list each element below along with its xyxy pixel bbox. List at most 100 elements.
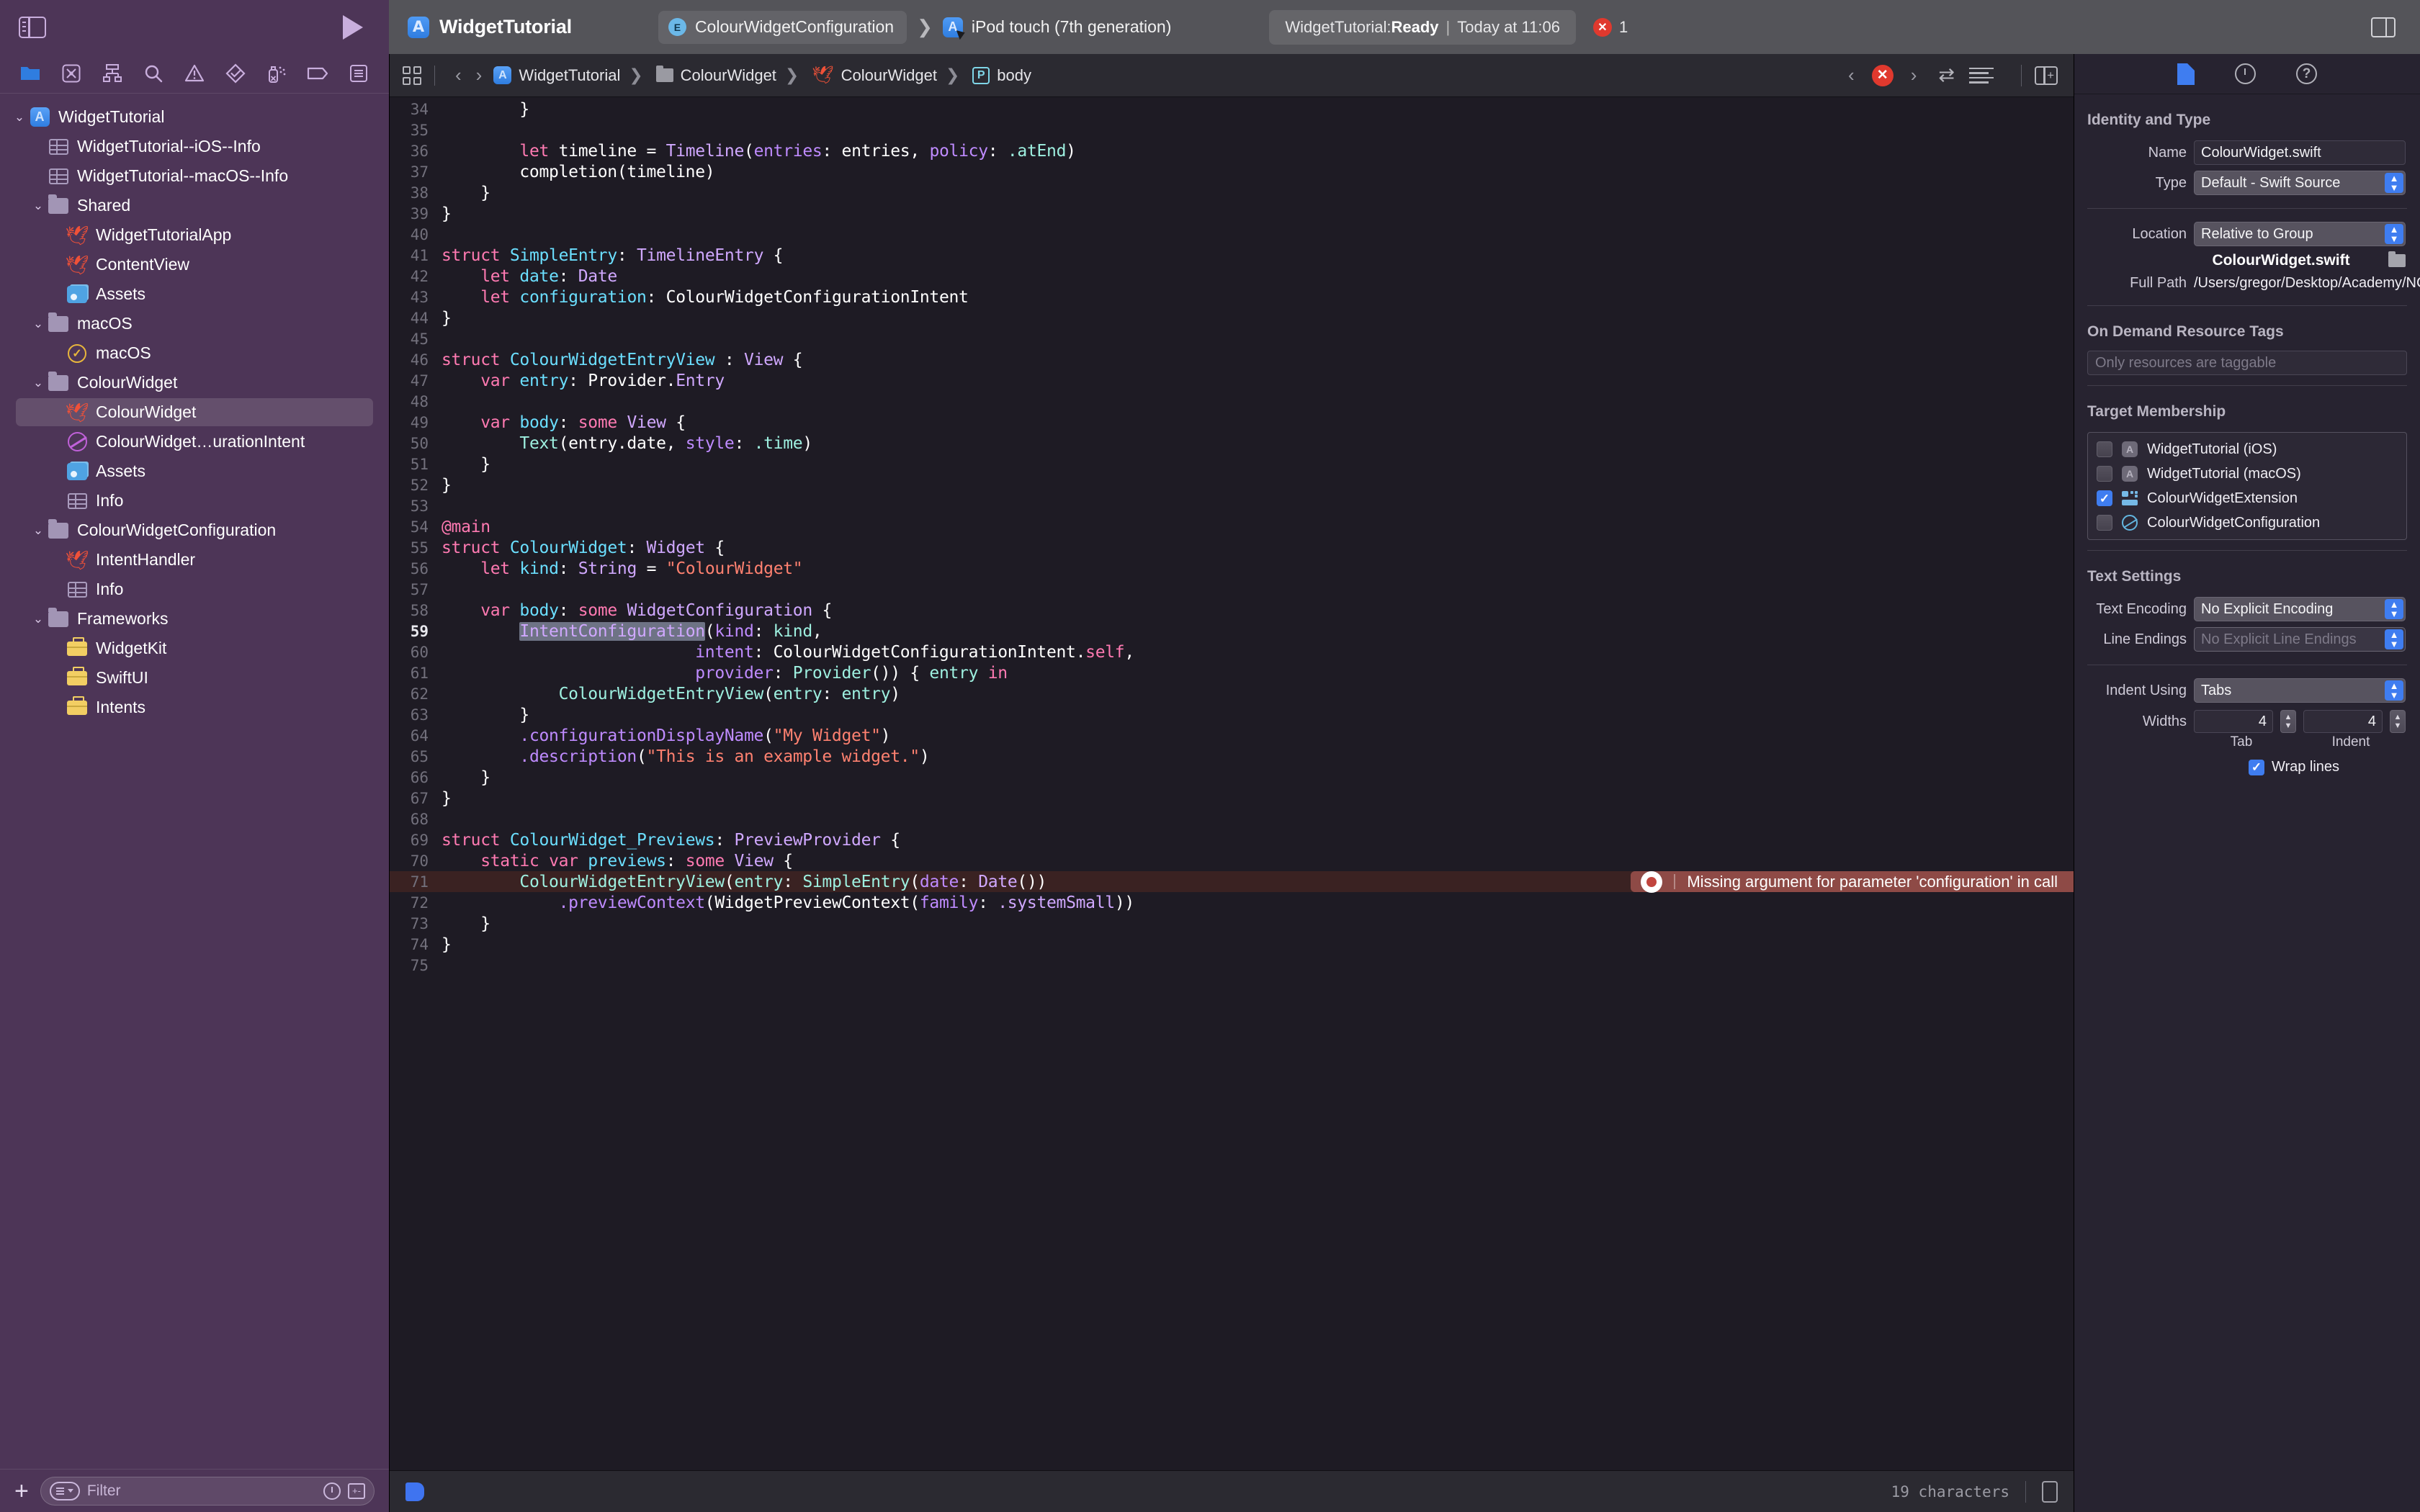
swap-editors-icon[interactable]: ⇄ xyxy=(1938,64,1955,86)
disclosure-triangle-icon[interactable]: ⌄ xyxy=(29,523,48,538)
choose-folder-icon[interactable] xyxy=(2388,251,2406,267)
add-editor-on-right-icon[interactable]: + xyxy=(2035,66,2058,85)
activity-status[interactable]: WidgetTutorial: Ready | Today at 11:06 xyxy=(1269,9,1576,45)
target-checkbox[interactable] xyxy=(2097,490,2112,506)
tree-row[interactable]: ⌄Intents xyxy=(0,693,389,722)
tree-row[interactable]: ⌄SwiftUI xyxy=(0,663,389,693)
sidebar-item-debug-navigator[interactable] xyxy=(256,59,297,88)
quick-help-inspector-icon[interactable]: ? xyxy=(2296,63,2317,84)
intent-icon xyxy=(67,432,87,451)
wrap-lines-checkbox[interactable] xyxy=(2248,759,2264,775)
sidebar-toggle-icon[interactable] xyxy=(19,16,46,38)
name-field[interactable]: ColourWidget.swift xyxy=(2194,140,2406,165)
breadcrumb-file[interactable]: 🕊 ColourWidget xyxy=(812,66,937,85)
sidebar-item-report-navigator[interactable] xyxy=(338,59,379,88)
tab-width-stepper[interactable]: ▲ ▼ xyxy=(2280,710,2296,733)
disclosure-triangle-icon[interactable]: ⌄ xyxy=(29,199,48,213)
odr-tags-field[interactable]: Only resources are taggable xyxy=(2087,351,2407,375)
tree-row[interactable]: ⌄✓macOS xyxy=(0,338,389,368)
inspector-toggle-icon[interactable] xyxy=(2371,17,2396,37)
source-control-filter-icon[interactable]: +- xyxy=(348,1482,365,1499)
related-items-icon[interactable] xyxy=(403,66,421,85)
code-text: struct SimpleEntry: TimelineEntry { xyxy=(442,246,784,265)
indent-width-field[interactable]: 4 xyxy=(2303,710,2383,733)
recent-files-icon[interactable] xyxy=(323,1482,341,1500)
error-badge[interactable]: ✕ 1 xyxy=(1592,17,1628,37)
tab-width-field[interactable]: 4 xyxy=(2194,710,2273,733)
breadcrumb-project[interactable]: A WidgetTutorial xyxy=(493,66,620,85)
tree-row[interactable]: ⌄🕊IntentHandler xyxy=(0,545,389,575)
indent-width-stepper[interactable]: ▲ ▼ xyxy=(2390,710,2406,733)
navigate-forward-button[interactable]: › xyxy=(469,64,490,86)
target-checkbox[interactable] xyxy=(2097,441,2112,457)
disclosure-triangle-icon[interactable]: ⌄ xyxy=(29,376,48,390)
tree-row[interactable]: ⌄Assets xyxy=(0,456,389,486)
tree-row[interactable]: ⌄WidgetTutorial--macOS--Info xyxy=(0,161,389,191)
tree-row[interactable]: ⌄ Shared xyxy=(0,191,389,220)
filter-input[interactable]: Filter +- xyxy=(40,1476,375,1506)
navigate-back-button[interactable]: ‹ xyxy=(448,64,469,86)
target-checkbox[interactable] xyxy=(2097,515,2112,531)
tree-row[interactable]: ⌄🕊ContentView xyxy=(0,250,389,279)
target-membership-row[interactable]: A WidgetTutorial (macOS) xyxy=(2088,462,2406,486)
tree-row[interactable]: ⌄🕊ColourWidget xyxy=(0,397,389,427)
file-inspector-icon[interactable] xyxy=(2177,63,2195,85)
text-encoding-dropdown[interactable]: No Explicit Encoding ▲ ▼ xyxy=(2194,597,2406,621)
destination-selector[interactable]: A iPod touch (7th generation) xyxy=(942,11,1184,44)
tree-row[interactable]: ⌄ColourWidget…urationIntent xyxy=(0,427,389,456)
issue-error-icon[interactable]: ✕ xyxy=(1871,64,1894,86)
disclosure-triangle-icon[interactable]: ⌄ xyxy=(29,317,48,331)
location-dropdown[interactable]: Relative to Group ▲ ▼ xyxy=(2194,222,2406,246)
wrap-lines-row[interactable]: Wrap lines xyxy=(2074,750,2420,775)
target-membership-row[interactable]: ColourWidgetExtension xyxy=(2088,486,2406,510)
tree-row[interactable]: ⌄ ColourWidget xyxy=(0,368,389,397)
tree-row[interactable]: ⌄ Frameworks xyxy=(0,604,389,634)
line-endings-dropdown[interactable]: No Explicit Line Endings ▲ ▼ xyxy=(2194,627,2406,652)
tree-row[interactable]: ⌄Info xyxy=(0,486,389,516)
target-membership-row[interactable]: ColourWidgetConfiguration xyxy=(2088,510,2406,535)
inline-error-banner[interactable]: Missing argument for parameter 'configur… xyxy=(1631,870,2074,893)
sidebar-item-test-navigator[interactable] xyxy=(215,59,256,88)
code-line: 44} xyxy=(390,307,2074,328)
type-dropdown[interactable]: Default - Swift Source ▲ ▼ xyxy=(2194,171,2406,195)
sidebar-item-breakpoint-navigator[interactable] xyxy=(297,59,338,88)
code-line: 56 let kind: String = "ColourWidget" xyxy=(390,558,2074,579)
tree-row[interactable]: ⌄ macOS xyxy=(0,309,389,338)
toolbar-inspector-corner xyxy=(2074,0,2420,54)
sidebar-item-symbol-navigator[interactable] xyxy=(92,59,133,88)
tree-row[interactable]: ⌄ A WidgetTutorial xyxy=(0,102,389,132)
target-membership-row[interactable]: A WidgetTutorial (iOS) xyxy=(2088,437,2406,462)
disclosure-triangle-icon[interactable]: ⌄ xyxy=(29,612,48,626)
source-code-view[interactable]: 34 } 35 36 let timeline = Timeline(entries… xyxy=(390,97,2074,1470)
breadcrumb-group[interactable]: ColourWidget xyxy=(655,66,776,85)
disclosure-triangle-icon[interactable]: ⌄ xyxy=(10,110,29,125)
breadcrumb-symbol[interactable]: P body xyxy=(972,66,1031,85)
scheme-selector[interactable]: E ColourWidgetConfiguration xyxy=(658,10,908,44)
sidebar-item-find-navigator[interactable] xyxy=(133,59,174,88)
tree-row[interactable]: ⌄ ColourWidgetConfiguration xyxy=(0,516,389,545)
tree-row[interactable]: ⌄Assets xyxy=(0,279,389,309)
target-icon: ✓ xyxy=(68,343,86,363)
target-checkbox[interactable] xyxy=(2097,466,2112,482)
line-number: 52 xyxy=(410,476,429,494)
indent-using-dropdown[interactable]: Tabs ▲ ▼ xyxy=(2194,678,2406,703)
tree-row[interactable]: ⌄Info xyxy=(0,575,389,604)
next-issue-button[interactable]: › xyxy=(1904,64,1924,86)
assets-icon xyxy=(67,285,87,303)
tree-row[interactable]: ⌄WidgetTutorial--iOS--Info xyxy=(0,132,389,161)
run-button[interactable] xyxy=(343,14,363,40)
line-number: 44 xyxy=(410,309,429,327)
sidebar-item-project-navigator[interactable] xyxy=(10,59,51,88)
tree-row[interactable]: ⌄WidgetKit xyxy=(0,634,389,663)
sidebar-item-issue-navigator[interactable] xyxy=(174,59,215,88)
tree-row[interactable]: ⌄🕊WidgetTutorialApp xyxy=(0,220,389,250)
project-title-group: A WidgetTutorial xyxy=(408,16,572,38)
breadcrumb-label: WidgetTutorial xyxy=(519,66,621,84)
sidebar-item-source-control-navigator[interactable] xyxy=(51,59,92,88)
device-preview-icon[interactable] xyxy=(2042,1480,2058,1503)
minimap-icon[interactable] xyxy=(1969,67,1994,84)
history-inspector-icon[interactable] xyxy=(2235,63,2256,84)
add-file-button[interactable]: + xyxy=(14,1479,29,1503)
previous-issue-button[interactable]: ‹ xyxy=(1841,64,1862,86)
filter-options-icon[interactable] xyxy=(49,1481,80,1500)
